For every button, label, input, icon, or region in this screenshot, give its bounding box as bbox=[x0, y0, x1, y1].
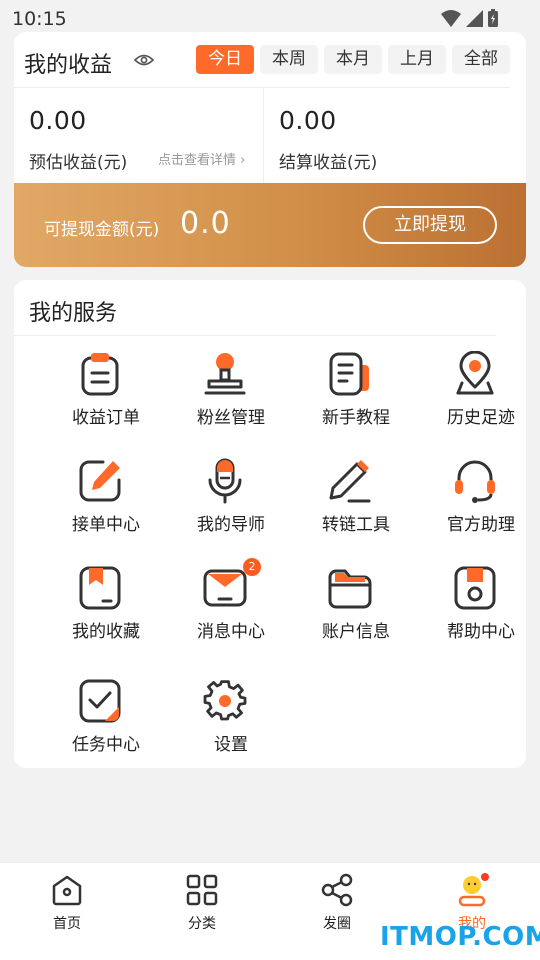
nav-home[interactable]: 首页 bbox=[17, 873, 117, 943]
earnings-title: 我的收益 bbox=[24, 53, 113, 78]
service-link-tool[interactable]: 转链工具 bbox=[293, 458, 403, 558]
tab-last-month[interactable]: 上月 bbox=[388, 45, 446, 74]
nav-share[interactable]: 发圈 bbox=[287, 873, 387, 943]
message-icon bbox=[203, 569, 247, 607]
microphone-icon bbox=[208, 458, 242, 504]
service-label: 任务中心 bbox=[72, 735, 140, 755]
services-title: 我的服务 bbox=[29, 301, 118, 326]
settled-earnings-label: 结算收益(元) bbox=[279, 153, 378, 173]
tab-all[interactable]: 全部 bbox=[452, 45, 510, 74]
service-mentor[interactable]: 我的导师 bbox=[168, 458, 278, 558]
earnings-card: 我的收益 今日 本周 本月 上月 全部 0.00 预估收益(元) 点击查看详情 … bbox=[14, 32, 526, 267]
headset-icon bbox=[455, 460, 495, 503]
withdraw-button[interactable]: 立即提现 bbox=[363, 206, 497, 244]
service-settings[interactable]: 设置 bbox=[168, 678, 278, 778]
withdrawable-label: 可提现金额(元) bbox=[44, 220, 160, 240]
service-history[interactable]: 历史足迹 bbox=[418, 351, 528, 451]
service-help-center[interactable]: 帮助中心 bbox=[418, 565, 528, 665]
detail-link[interactable]: 点击查看详情 › bbox=[158, 149, 245, 168]
chevron-right-icon: › bbox=[240, 153, 246, 168]
bookmark-icon bbox=[79, 566, 121, 610]
folder-icon bbox=[328, 569, 372, 609]
service-task-center[interactable]: 任务中心 bbox=[43, 678, 153, 778]
service-income-orders[interactable]: 收益订单 bbox=[43, 351, 153, 451]
tab-this-week[interactable]: 本周 bbox=[260, 45, 318, 74]
estimated-earnings-value: 0.00 bbox=[29, 106, 87, 135]
battery-icon bbox=[488, 9, 498, 27]
gear-icon bbox=[203, 680, 247, 721]
nav-label: 分类 bbox=[188, 916, 216, 932]
fans-icon bbox=[204, 353, 246, 395]
status-time: 10:15 bbox=[12, 8, 67, 30]
service-favorites[interactable]: 我的收藏 bbox=[43, 565, 153, 665]
earnings-divider bbox=[14, 87, 510, 88]
service-label: 消息中心 bbox=[197, 622, 265, 642]
pencil-icon bbox=[329, 460, 371, 503]
service-label: 账户信息 bbox=[322, 622, 390, 642]
category-grid-icon bbox=[186, 874, 218, 906]
withdraw-band: 可提现金额(元) 0.0 立即提现 bbox=[14, 183, 526, 267]
clipboard-icon bbox=[81, 353, 119, 396]
service-label: 粉丝管理 bbox=[197, 408, 265, 428]
estimated-earnings-label: 预估收益(元) bbox=[29, 153, 128, 173]
help-icon bbox=[454, 566, 496, 610]
watermark-text: ITMOP.COM bbox=[380, 922, 540, 952]
settled-earnings-value: 0.00 bbox=[279, 106, 337, 135]
signal-icon bbox=[466, 10, 483, 27]
earnings-column-divider bbox=[263, 88, 264, 183]
settled-earnings: 0.00 结算收益(元) bbox=[279, 106, 377, 173]
service-fans[interactable]: 粉丝管理 bbox=[168, 351, 278, 451]
service-account-info[interactable]: 账户信息 bbox=[293, 565, 403, 665]
home-icon bbox=[52, 875, 82, 906]
status-icons bbox=[441, 9, 498, 27]
status-bar: 10:15 bbox=[0, 0, 540, 36]
service-order-center[interactable]: 接单中心 bbox=[43, 458, 153, 558]
period-tabs: 今日 本周 本月 上月 全部 bbox=[196, 45, 510, 74]
task-check-icon bbox=[79, 679, 121, 723]
estimated-earnings: 0.00 预估收益(元) bbox=[29, 106, 127, 173]
service-official-assistant[interactable]: 官方助理 bbox=[418, 458, 528, 558]
nav-category[interactable]: 分类 bbox=[152, 873, 252, 943]
tab-this-month[interactable]: 本月 bbox=[324, 45, 382, 74]
service-label: 帮助中心 bbox=[447, 622, 515, 642]
withdrawable-amount: 0.0 bbox=[180, 206, 231, 241]
service-label: 历史足迹 bbox=[447, 408, 515, 428]
detail-link-label: 点击查看详情 bbox=[158, 153, 237, 168]
service-messages[interactable]: 2 消息中心 bbox=[168, 558, 278, 665]
service-label: 接单中心 bbox=[72, 515, 140, 535]
wifi-icon bbox=[441, 10, 461, 27]
tutorial-icon bbox=[329, 352, 369, 396]
message-badge: 2 bbox=[243, 558, 261, 576]
services-card: 我的服务 收益订单 粉丝管理 新手教程 历史足迹 接单中心 我的导师 转链工具 … bbox=[14, 280, 526, 768]
service-label: 转链工具 bbox=[322, 515, 390, 535]
service-label: 我的导师 bbox=[197, 515, 265, 535]
location-pin-icon bbox=[456, 351, 494, 395]
nav-label: 首页 bbox=[53, 916, 81, 932]
service-label: 设置 bbox=[214, 735, 248, 755]
eye-icon[interactable] bbox=[134, 52, 154, 68]
service-label: 我的收藏 bbox=[72, 622, 140, 642]
service-label: 收益订单 bbox=[72, 408, 140, 428]
service-tutorial[interactable]: 新手教程 bbox=[293, 351, 403, 451]
profile-icon bbox=[458, 873, 489, 907]
share-icon bbox=[321, 873, 353, 907]
nav-label: 发圈 bbox=[323, 916, 351, 932]
service-label: 新手教程 bbox=[322, 408, 390, 428]
services-divider bbox=[14, 335, 496, 336]
service-label: 官方助理 bbox=[447, 515, 515, 535]
tab-today[interactable]: 今日 bbox=[196, 45, 254, 74]
edit-icon bbox=[79, 460, 121, 502]
